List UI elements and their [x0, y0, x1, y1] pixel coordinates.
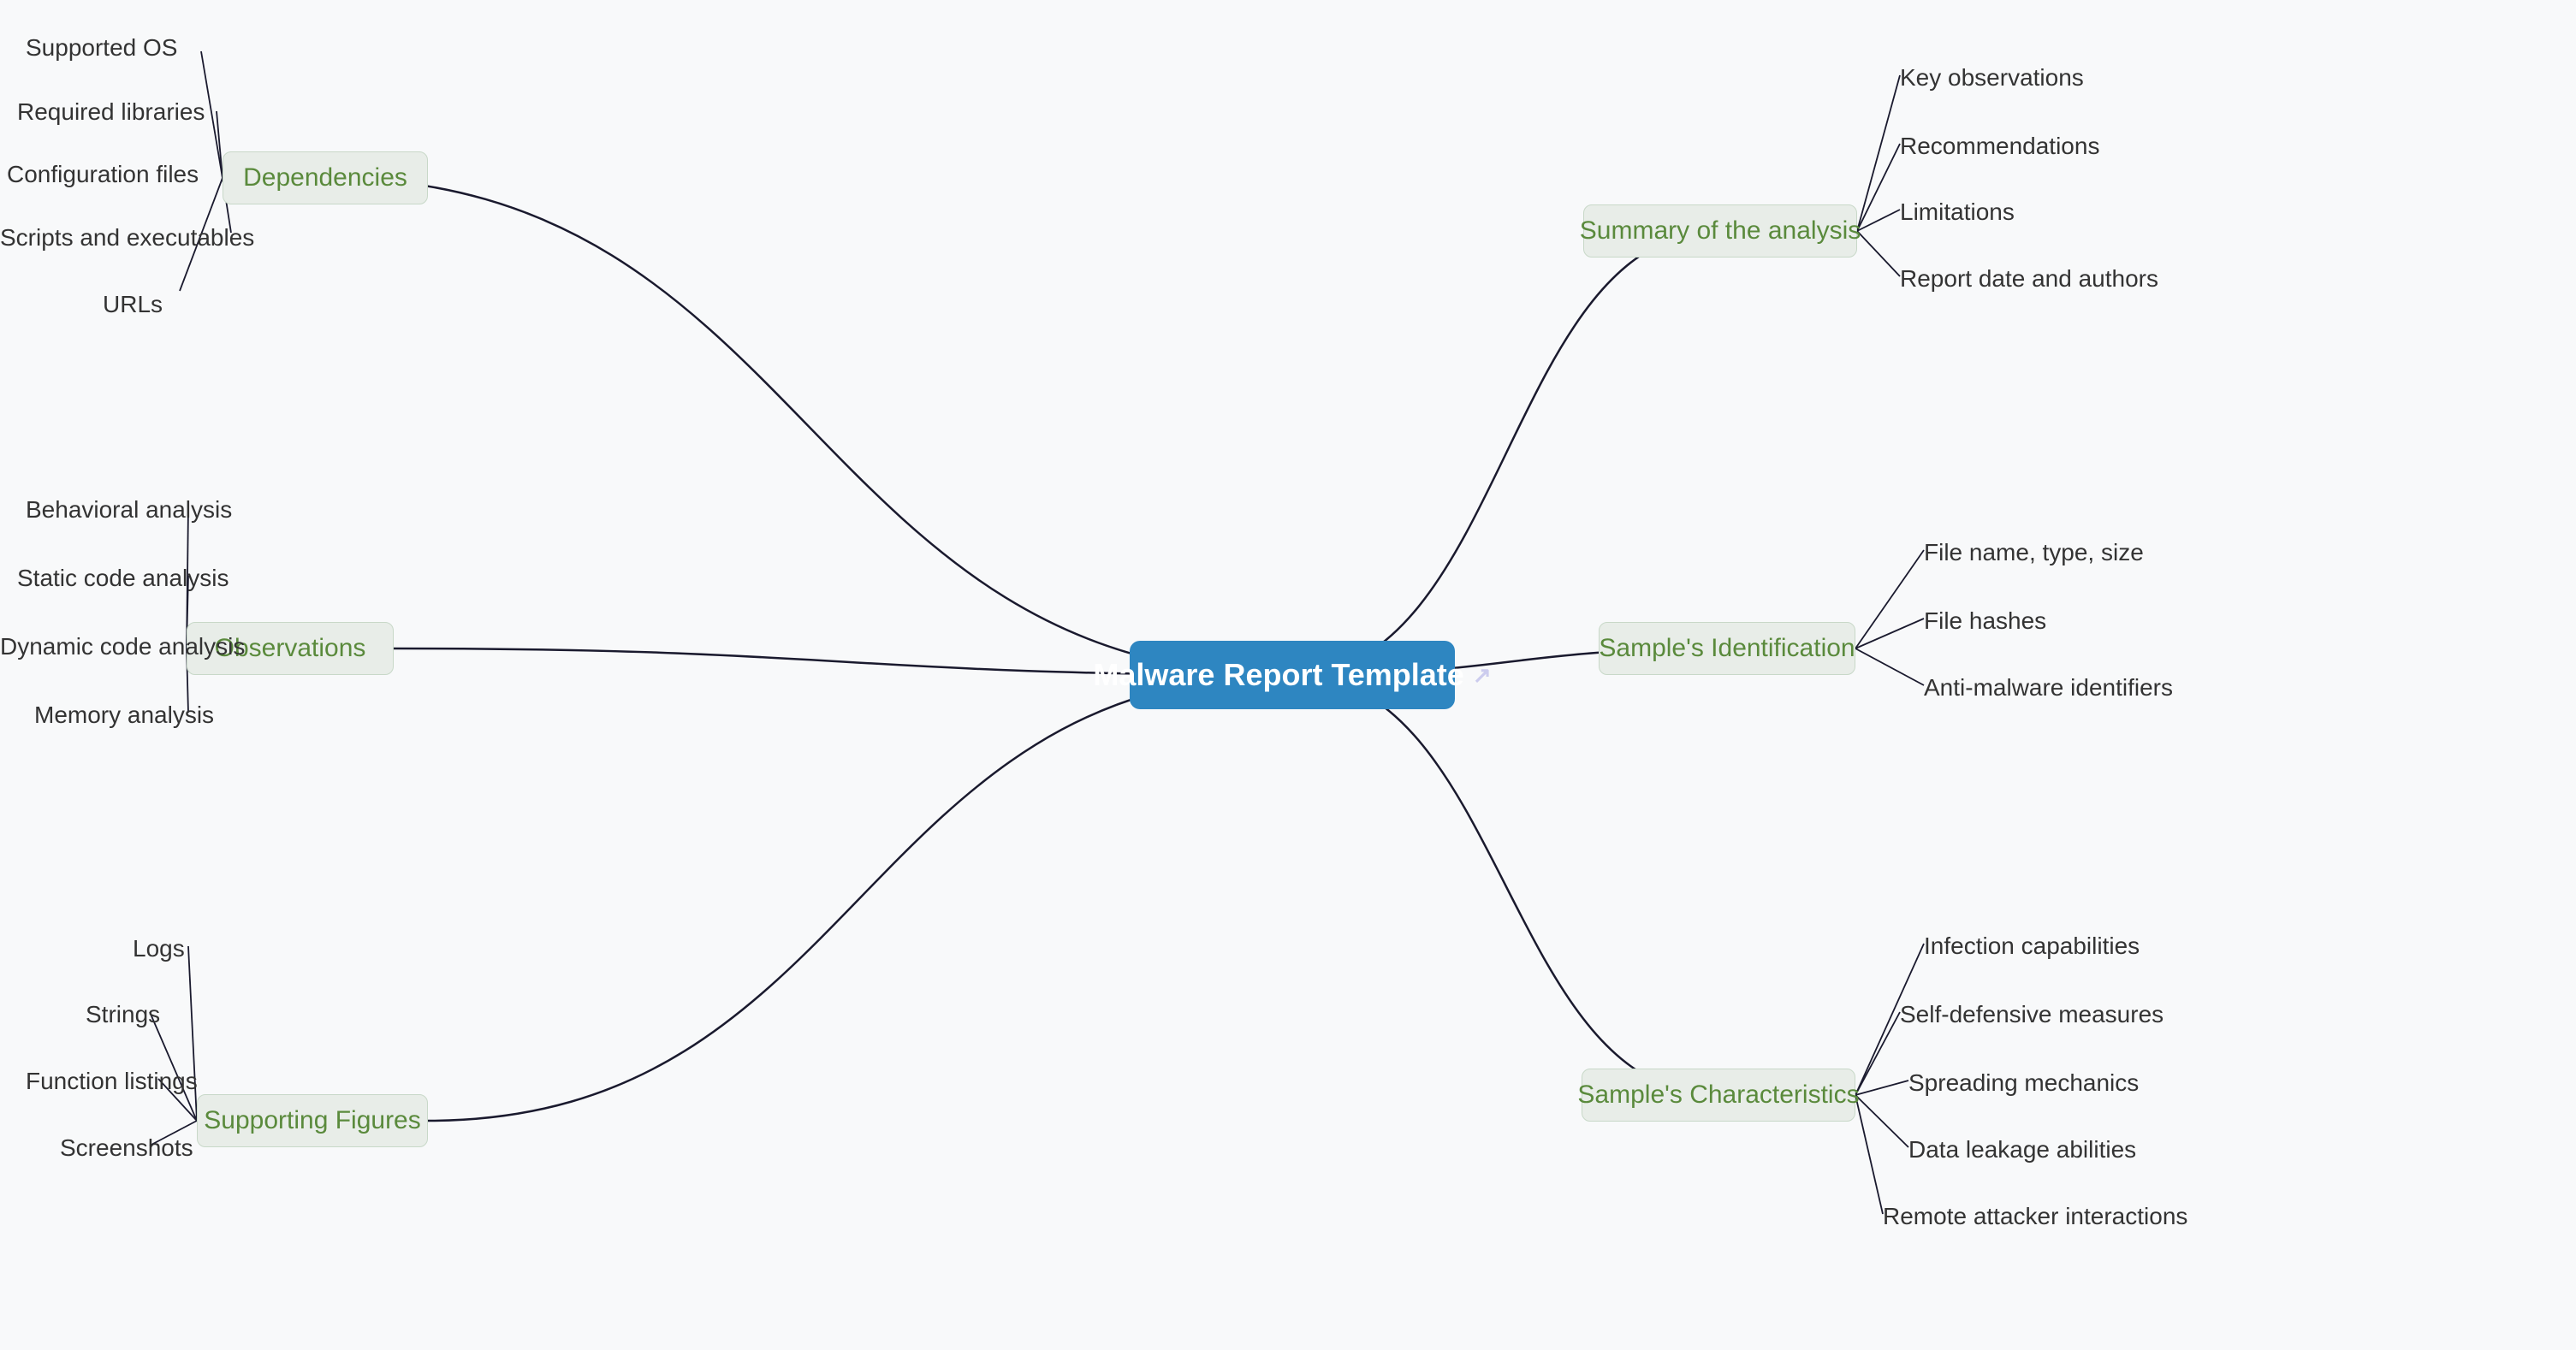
leaf-remote-attacker-interactions: Remote attacker interactions [1883, 1203, 2187, 1230]
leaf-function-listings: Function listings [26, 1068, 198, 1095]
leaf-scripts-executables: Scripts and executables [0, 224, 254, 252]
leaf-configuration-files: Configuration files [7, 161, 199, 188]
leaf-recommendations: Recommendations [1900, 133, 2099, 160]
leaf-report-date-authors: Report date and authors [1900, 265, 2158, 293]
leaf-screenshots: Screenshots [60, 1134, 193, 1162]
leaf-strings: Strings [86, 1001, 160, 1028]
leaf-supported-os: Supported OS [26, 34, 177, 62]
leaf-data-leakage-abilities: Data leakage abilities [1908, 1136, 2136, 1163]
leaf-required-libraries: Required libraries [17, 98, 205, 126]
leaf-logs: Logs [133, 935, 185, 962]
leaf-memory-analysis: Memory analysis [34, 702, 214, 729]
node-supporting-figures[interactable]: Supporting Figures [197, 1094, 428, 1147]
leaf-anti-malware-identifiers: Anti-malware identifiers [1924, 674, 2173, 702]
leaf-spreading-mechanics: Spreading mechanics [1908, 1069, 2139, 1097]
leaf-behavioral-analysis: Behavioral analysis [26, 496, 232, 524]
leaf-file-name-type-size: File name, type, size [1924, 539, 2144, 566]
central-label: Malware Report Template [1093, 657, 1463, 693]
node-dependencies[interactable]: Dependencies [223, 151, 428, 204]
external-link-icon: ↗ [1473, 662, 1492, 689]
node-samples-characteristics[interactable]: Sample's Characteristics [1582, 1069, 1855, 1122]
leaf-self-defensive-measures: Self-defensive measures [1900, 1001, 2163, 1028]
leaf-urls: URLs [103, 291, 163, 318]
leaf-key-observations: Key observations [1900, 64, 2084, 92]
leaf-file-hashes: File hashes [1924, 607, 2046, 635]
leaf-limitations: Limitations [1900, 198, 2015, 226]
mindmap-container: Malware Report Template ↗ Dependencies S… [0, 0, 2576, 1350]
leaf-dynamic-code-analysis: Dynamic code analysis [0, 633, 245, 660]
central-node[interactable]: Malware Report Template ↗ [1130, 641, 1455, 709]
node-samples-identification[interactable]: Sample's Identification [1599, 622, 1855, 675]
node-summary[interactable]: Summary of the analysis [1583, 204, 1857, 258]
leaf-static-code-analysis: Static code analysis [17, 565, 229, 592]
leaf-infection-capabilities: Infection capabilities [1924, 933, 2140, 960]
